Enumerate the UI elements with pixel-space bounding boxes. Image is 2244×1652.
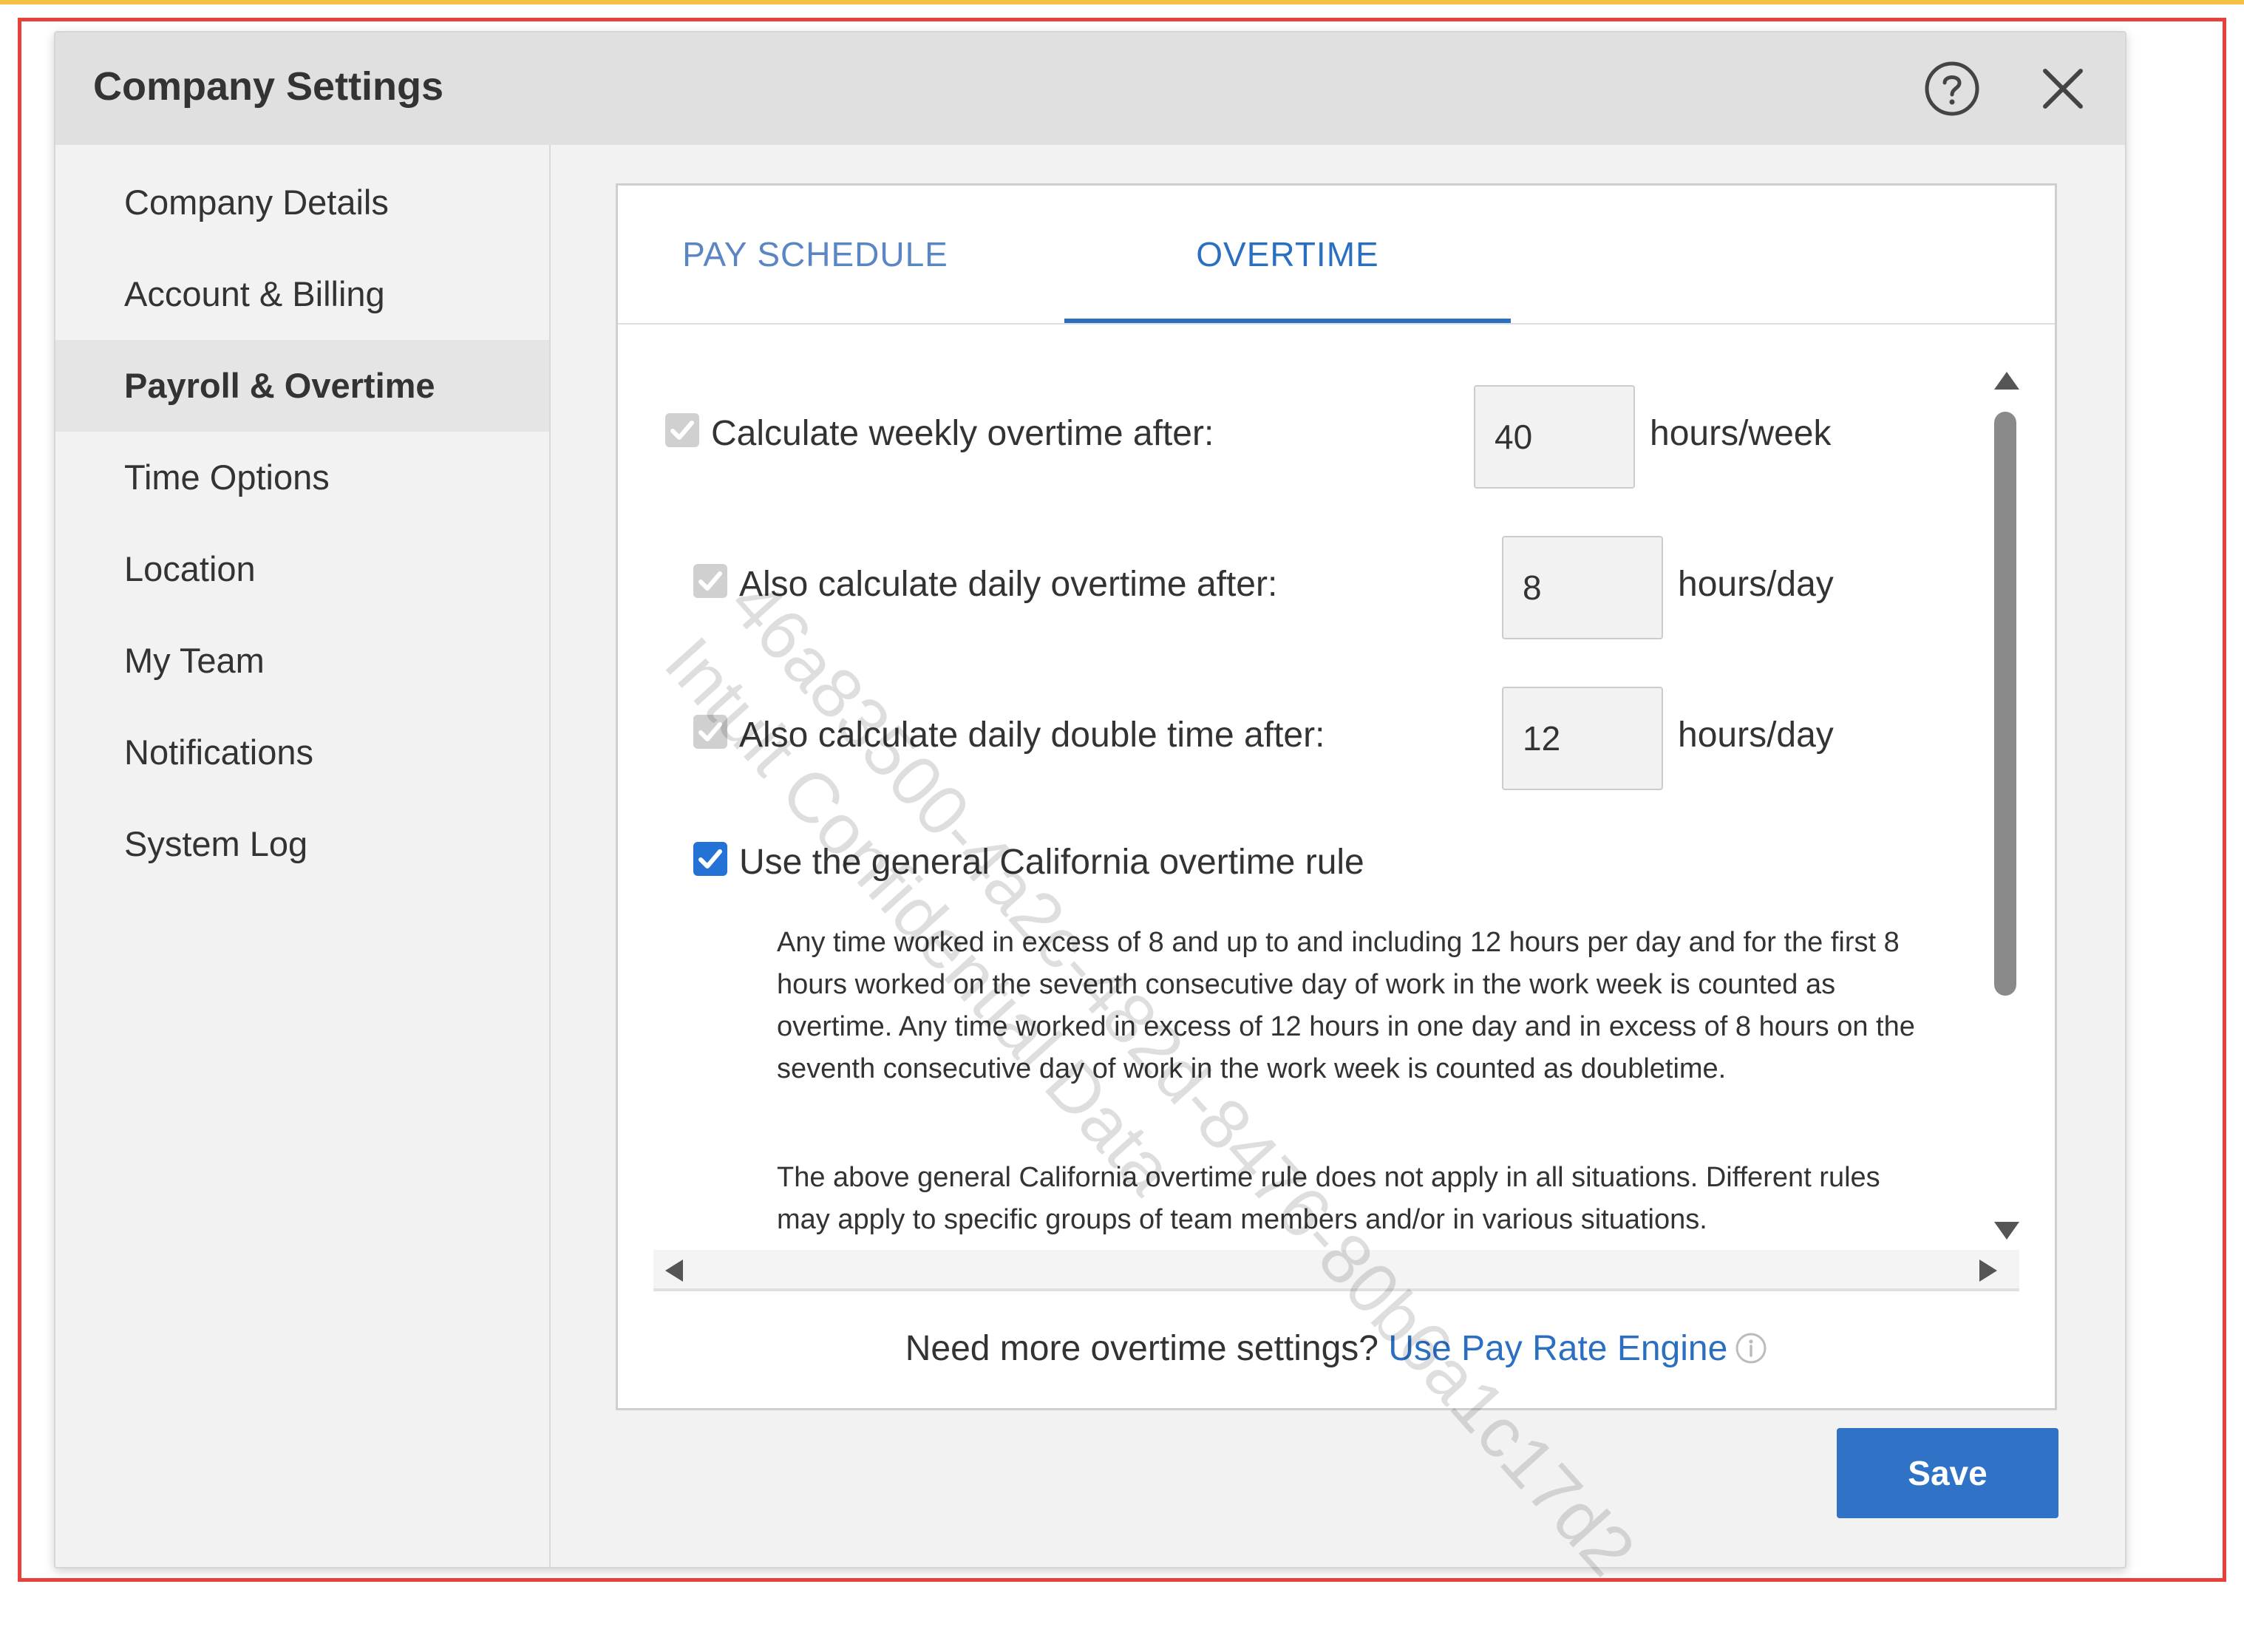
tab-label: OVERTIME — [1196, 235, 1379, 273]
sidebar-item-label: System Log — [124, 824, 308, 863]
sidebar-item-label: Time Options — [124, 458, 330, 497]
sidebar-item-location[interactable]: Location — [55, 523, 549, 615]
sidebar-item-account-billing[interactable]: Account & Billing — [55, 248, 549, 340]
sidebar-item-label: Account & Billing — [124, 274, 385, 313]
daily-overtime-checkbox — [693, 564, 727, 598]
sidebar-item-system-log[interactable]: System Log — [55, 798, 549, 890]
sidebar-item-label: My Team — [124, 641, 265, 680]
california-rule-label: Use the general California overtime rule — [739, 843, 1364, 882]
close-icon[interactable] — [2036, 62, 2090, 115]
sidebar-item-my-team[interactable]: My Team — [55, 615, 549, 707]
pay-rate-engine-prompt: Need more overtime settings? Use Pay Rat… — [618, 1328, 2055, 1373]
scroll-up-arrow-icon[interactable] — [1994, 372, 2019, 390]
sidebar-item-company-details[interactable]: Company Details — [55, 157, 549, 248]
tab-overtime[interactable]: OVERTIME — [1064, 186, 1511, 323]
daily-overtime-hours-input[interactable] — [1502, 536, 1663, 639]
weekly-overtime-checkbox — [665, 413, 699, 447]
tab-pay-schedule[interactable]: PAY SCHEDULE — [680, 186, 951, 323]
sidebar-item-label: Notifications — [124, 732, 313, 772]
footer-prompt-text: Need more overtime settings? — [905, 1329, 1378, 1368]
horizontal-scrollbar[interactable] — [653, 1250, 2019, 1291]
dialog-header: Company Settings — [55, 33, 2125, 145]
sidebar-item-label: Location — [124, 549, 256, 588]
save-button[interactable]: Save — [1837, 1428, 2058, 1518]
weekly-overtime-hours-input[interactable] — [1474, 385, 1635, 489]
sidebar-item-time-options[interactable]: Time Options — [55, 432, 549, 523]
double-time-unit: hours/day — [1678, 715, 1834, 755]
sidebar-item-payroll-overtime[interactable]: Payroll & Overtime — [55, 340, 549, 432]
use-pay-rate-engine-link[interactable]: Use Pay Rate Engine — [1388, 1329, 1727, 1368]
double-time-hours-input[interactable] — [1502, 687, 1663, 790]
company-settings-dialog: Company Settings Company Details Account… — [54, 31, 2126, 1568]
weekly-overtime-unit: hours/week — [1650, 414, 1832, 453]
california-rule-description: Any time worked in excess of 8 and up to… — [777, 927, 1915, 1084]
settings-sidebar: Company Details Account & Billing Payrol… — [55, 145, 551, 1567]
help-icon[interactable] — [1924, 61, 1980, 117]
dialog-title: Company Settings — [93, 64, 444, 109]
scroll-right-arrow-icon[interactable] — [1979, 1260, 1997, 1282]
sidebar-item-label: Company Details — [124, 183, 389, 222]
tab-label: PAY SCHEDULE — [682, 235, 948, 273]
top-accent-bar — [0, 0, 2244, 4]
info-icon[interactable] — [1735, 1332, 1767, 1373]
scroll-down-arrow-icon[interactable] — [1994, 1222, 2019, 1240]
scroll-left-arrow-icon[interactable] — [665, 1260, 683, 1282]
overtime-settings-panel: PAY SCHEDULE OVERTIME Calculate weekly o… — [616, 183, 2057, 1410]
double-time-checkbox — [693, 715, 727, 749]
daily-overtime-label: Also calculate daily overtime after: — [739, 565, 1278, 604]
tab-bar: PAY SCHEDULE OVERTIME — [618, 186, 2055, 324]
daily-overtime-unit: hours/day — [1678, 565, 1834, 604]
sidebar-item-label: Payroll & Overtime — [124, 366, 435, 405]
weekly-overtime-label: Calculate weekly overtime after: — [711, 414, 1214, 453]
double-time-label: Also calculate daily double time after: — [739, 715, 1325, 755]
california-rule-checkbox[interactable] — [693, 842, 727, 876]
sidebar-item-notifications[interactable]: Notifications — [55, 707, 549, 798]
california-rule-disclaimer: The above general California overtime ru… — [777, 1162, 1880, 1235]
vertical-scrollbar-thumb[interactable] — [1994, 412, 2016, 996]
